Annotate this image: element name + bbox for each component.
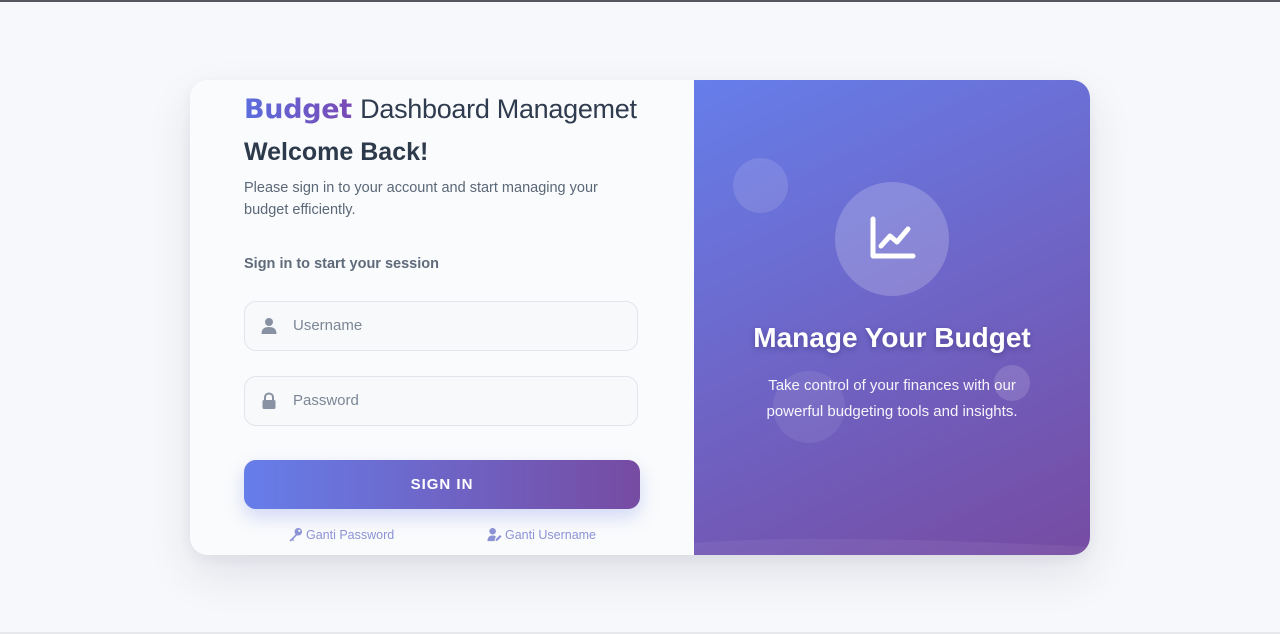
change-password-link[interactable]: Ganti Password — [288, 527, 394, 542]
username-field[interactable] — [244, 301, 638, 351]
decor-bubble — [733, 158, 788, 213]
change-username-label: Ganti Username — [505, 527, 597, 542]
change-username-link[interactable]: Ganti Username — [487, 527, 596, 542]
change-password-label: Ganti Password — [306, 527, 395, 542]
sign-in-button[interactable]: SIGN IN — [244, 460, 640, 509]
user-icon — [261, 318, 277, 334]
login-card: Budget Dashboard Managemet Welcome Back!… — [190, 80, 1090, 555]
promo-panel: Manage Your Budget Take control of your … — [694, 80, 1090, 555]
account-links: Ganti Password Ganti Username — [190, 527, 694, 547]
welcome-subtitle: Please sign in to your account and start… — [244, 180, 598, 218]
session-label: Sign in to start your session — [244, 256, 439, 272]
lock-icon — [262, 392, 276, 409]
promo-description: Take control of your finances with our p… — [766, 377, 1018, 420]
username-input[interactable] — [293, 302, 623, 349]
brand-title: Budget Dashboard Managemet — [244, 94, 637, 125]
brand-rest: Dashboard Managemet — [360, 94, 637, 124]
password-input[interactable] — [293, 377, 623, 424]
password-field[interactable] — [244, 376, 638, 426]
top-border — [0, 0, 1280, 2]
user-edit-icon — [487, 527, 502, 542]
welcome-heading: Welcome Back! — [244, 138, 429, 166]
key-icon — [289, 527, 303, 542]
decor-wave — [694, 538, 1090, 555]
chart-line-icon — [870, 216, 916, 259]
brand-accent: Budget — [244, 94, 352, 125]
promo-icon-badge — [835, 182, 949, 296]
promo-title: Manage Your Budget — [753, 322, 1031, 353]
login-panel: Budget Dashboard Managemet Welcome Back!… — [190, 80, 694, 555]
